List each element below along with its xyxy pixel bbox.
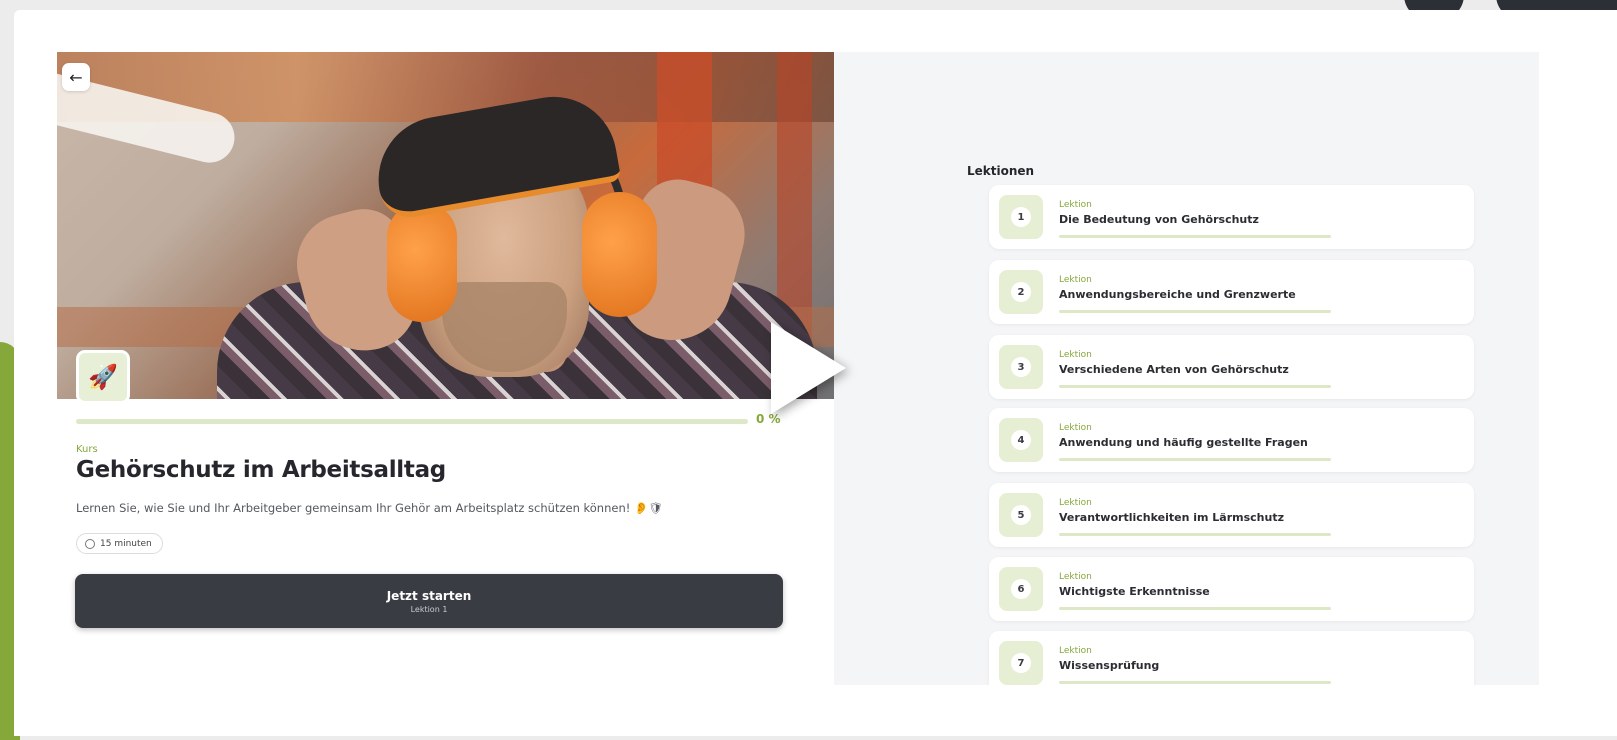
lesson-number-badge: 3 [999,345,1043,389]
lesson-kind: Lektion [1059,275,1092,285]
lesson-kind: Lektion [1059,572,1092,582]
lesson-progress-bar [1059,533,1331,536]
lessons-heading: Lektionen [967,164,1035,178]
lesson-item-1[interactable]: 1 Lektion Die Bedeutung von Gehörschutz [989,185,1474,249]
lesson-item-7[interactable]: 7 Lektion Wissensprüfung [989,631,1474,685]
lesson-number-badge: 1 [999,195,1043,239]
lesson-progress-bar [1059,607,1331,610]
lesson-title: Die Bedeutung von Gehörschutz [1059,213,1259,226]
lesson-item-2[interactable]: 2 Lektion Anwendungsbereiche und Grenzwe… [989,260,1474,324]
course-kicker: Kurs [76,444,98,455]
lesson-number-badge: 6 [999,567,1043,611]
lesson-number-badge: 2 [999,270,1043,314]
course-progress-bar [76,419,748,424]
lesson-title: Verschiedene Arten von Gehörschutz [1059,363,1289,376]
lesson-title: Verantwortlichkeiten im Lärmschutz [1059,511,1285,524]
lesson-kind: Lektion [1059,498,1092,508]
duration-chip: 15 minuten [76,533,163,554]
lesson-item-5[interactable]: 5 Lektion Verantwortlichkeiten im Lärmsc… [989,483,1474,547]
start-button-sublabel: Lektion 1 [410,604,448,614]
lesson-number-badge: 4 [999,418,1043,462]
course-hero-image [57,52,857,399]
course-title: Gehörschutz im Arbeitsalltag [76,457,446,483]
course-badge: 🚀 [76,350,130,404]
lesson-kind: Lektion [1059,646,1092,656]
course-progress-label: 0 % [756,412,781,426]
lesson-kind: Lektion [1059,423,1092,433]
lesson-progress-bar [1059,681,1331,684]
lesson-title: Wissensprüfung [1059,659,1160,672]
start-course-button[interactable]: Jetzt starten Lektion 1 [75,574,783,628]
course-card: ← 🚀 0 % Kurs Gehörschutz im Arbeitsallta… [14,10,1617,736]
lesson-number-badge: 5 [999,493,1043,537]
lesson-progress-bar [1059,235,1331,238]
lesson-progress-bar [1059,310,1331,313]
lesson-kind: Lektion [1059,200,1092,210]
lesson-kind: Lektion [1059,350,1092,360]
course-description: Lernen Sie, wie Sie und Ihr Arbeitgeber … [76,501,663,515]
lesson-item-3[interactable]: 3 Lektion Verschiedene Arten von Gehörsc… [989,335,1474,399]
arrow-left-icon: ← [69,67,83,87]
lesson-title: Anwendungsbereiche und Grenzwerte [1059,288,1296,301]
back-button[interactable]: ← [62,63,90,91]
clock-icon [85,538,95,549]
lesson-progress-bar [1059,385,1331,388]
lesson-number-badge: 7 [999,641,1043,685]
lesson-progress-bar [1059,458,1331,461]
pointer-arrow [771,322,846,414]
lesson-title: Wichtigste Erkenntnisse [1059,585,1210,598]
rocket-icon: 🚀 [88,363,118,391]
lesson-item-6[interactable]: 6 Lektion Wichtigste Erkenntnisse [989,557,1474,621]
start-button-label: Jetzt starten [386,588,472,603]
lesson-item-4[interactable]: 4 Lektion Anwendung und häufig gestellte… [989,408,1474,472]
lesson-title: Anwendung und häufig gestellte Fragen [1059,436,1308,449]
duration-label: 15 minuten [100,538,152,549]
lessons-panel: Lektionen 1 Lektion Die Bedeutung von Ge… [834,52,1539,685]
